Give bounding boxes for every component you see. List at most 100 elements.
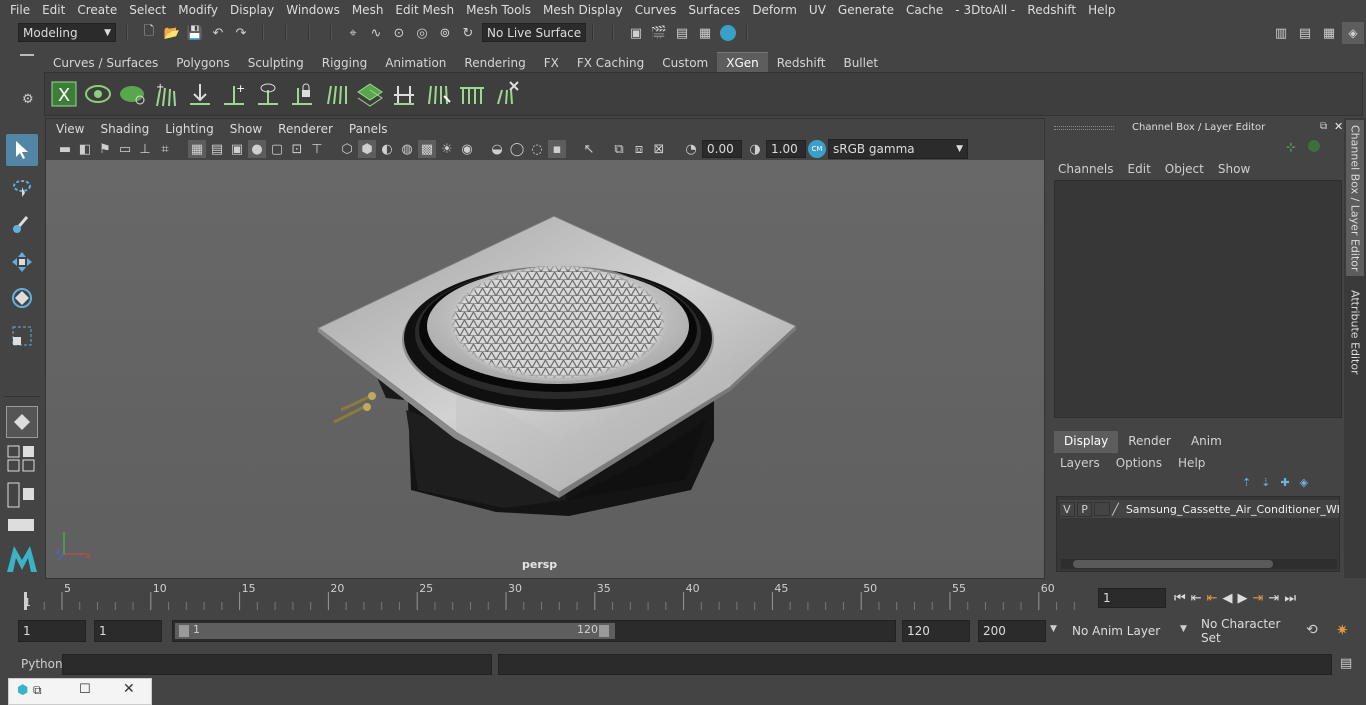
shelf-tab-xgen[interactable]: XGen [717, 52, 768, 72]
close-window-icon[interactable]: ✕ [123, 681, 135, 697]
menu-create[interactable]: Create [71, 3, 123, 17]
attribute-editor-toggle-icon[interactable]: ▤ [1296, 24, 1314, 42]
new-scene-icon[interactable]: 🗋 [140, 24, 158, 42]
image-plane-icon[interactable]: ▭ [116, 140, 134, 158]
frame-selected-icon[interactable]: ⧈ [630, 140, 648, 158]
xgen-grid-icon[interactable] [355, 79, 385, 109]
time-slider[interactable]: 5101520253035404550556065707580859095100… [18, 580, 1092, 612]
auto-key-icon[interactable]: ⟲ [1306, 622, 1318, 638]
menu-cache[interactable]: Cache [900, 3, 949, 17]
layout-outliner-icon[interactable] [7, 518, 37, 532]
menu-uv[interactable]: UV [803, 3, 832, 17]
comb-guides-icon[interactable] [423, 79, 453, 109]
render-view-icon[interactable]: ▣ [627, 24, 645, 42]
channel-menu-channels[interactable]: Channels [1058, 162, 1114, 176]
safe-title-icon[interactable]: ⊡ [288, 140, 306, 158]
layer-menu-layers[interactable]: Layers [1060, 456, 1100, 470]
scale-tool-icon[interactable] [6, 320, 38, 352]
menu-modify[interactable]: Modify [172, 3, 224, 17]
shelf-tab-fx[interactable]: FX [535, 53, 568, 72]
range-end-handle[interactable] [599, 625, 609, 637]
lasso-tool-icon[interactable] [6, 172, 38, 204]
xray-components-icon[interactable]: ◌ [528, 140, 546, 158]
channel-menu-edit[interactable]: Edit [1128, 162, 1151, 176]
select-tool-icon[interactable] [6, 134, 38, 166]
film-gate-icon[interactable]: ⌗ [156, 140, 174, 158]
tab-attribute-editor[interactable]: Attribute Editor [1346, 284, 1364, 380]
redo-icon[interactable]: ↷ [232, 24, 250, 42]
command-language-label[interactable]: Python [21, 657, 63, 671]
maximize-icon[interactable]: ☐ [79, 682, 91, 697]
render-current-icon[interactable]: 🎬 [650, 24, 668, 42]
xgen-editor-icon[interactable]: X [49, 79, 79, 109]
hypershade-icon[interactable] [720, 25, 736, 41]
wireframe-icon[interactable]: ⊤ [308, 140, 326, 158]
isolate-select-icon[interactable]: ▪ [548, 140, 566, 158]
field-chart-icon[interactable]: ● [248, 140, 266, 158]
snap-point-icon[interactable]: ⊙ [390, 24, 408, 42]
layer-tab-display[interactable]: Display [1054, 431, 1119, 453]
gamma-field[interactable]: 1.00 [766, 140, 806, 158]
menu-select[interactable]: Select [123, 3, 172, 17]
move-layer-down-icon[interactable]: ⇣ [1261, 476, 1270, 489]
scrollbar-thumb[interactable] [1073, 560, 1273, 568]
snap-grid-icon[interactable]: ⌖ [344, 24, 362, 42]
frame-all-icon[interactable]: ⧉ [610, 140, 628, 158]
save-scene-icon[interactable]: 💾 [186, 24, 204, 42]
minimized-window[interactable]: ⬢ ⧉ ☐ ✕ [8, 678, 152, 705]
menu-generate[interactable]: Generate [832, 3, 900, 17]
create-description-icon[interactable]: + [151, 79, 181, 109]
shaded-wireframe-icon[interactable]: ⬢ [358, 140, 376, 158]
shelf-tab-bullet[interactable]: Bullet [834, 53, 887, 72]
guide-tweak-icon[interactable] [389, 79, 419, 109]
range-start-handle[interactable] [179, 625, 189, 637]
live-surface-field[interactable]: No Live Surface [482, 23, 586, 42]
layout-panes-icon[interactable] [7, 482, 37, 508]
menu-mesh[interactable]: Mesh [346, 3, 390, 17]
step-forward-frame-icon[interactable]: ⇥ [1253, 591, 1264, 606]
ambient-occlusion-icon[interactable]: ☀ [438, 140, 456, 158]
menu-windows[interactable]: Windows [280, 3, 346, 17]
camera-attributes-icon[interactable]: ◧ [76, 140, 94, 158]
character-set-selector[interactable]: No Character Set [1197, 617, 1299, 645]
menu-3dtoall[interactable]: - 3DtoAll - [949, 3, 1021, 17]
xray-icon[interactable]: ◒ [488, 140, 506, 158]
play-forward-icon[interactable]: ▶ [1238, 591, 1248, 606]
add-guide-icon[interactable]: + [219, 79, 249, 109]
command-input[interactable] [62, 654, 492, 675]
menu-deform[interactable]: Deform [746, 3, 803, 17]
menu-edit-mesh[interactable]: Edit Mesh [389, 3, 460, 17]
current-frame-field[interactable]: 1 [1098, 588, 1166, 608]
color-management-icon[interactable]: CM [808, 140, 826, 158]
layer-menu-help[interactable]: Help [1178, 456, 1205, 470]
restore-icon[interactable]: ⧉ [33, 683, 42, 698]
layer-tab-render[interactable]: Render [1118, 431, 1181, 453]
mode-selector[interactable]: Modeling ▼ [18, 23, 116, 42]
xgen-fx-icon[interactable] [491, 79, 521, 109]
animation-preferences-icon[interactable]: ✷ [1336, 621, 1349, 639]
soft-select-icon[interactable] [6, 406, 38, 438]
grid-display-icon[interactable]: ▦ [188, 140, 206, 158]
play-backward-icon[interactable]: ◀ [1223, 591, 1233, 606]
shelf-tab-sculpting[interactable]: Sculpting [239, 53, 313, 72]
snap-view-icon[interactable]: ⊚ [436, 24, 454, 42]
grid-toggle-icon[interactable]: ⊥ [136, 140, 154, 158]
channel-list[interactable] [1054, 180, 1342, 418]
keyable-indicator-icon[interactable] [1308, 140, 1320, 152]
chevron-down-icon[interactable]: ▼ [1180, 624, 1187, 634]
move-layer-up-icon[interactable]: ⇡ [1242, 476, 1251, 489]
channel-menu-show[interactable]: Show [1218, 162, 1250, 176]
ipr-render-icon[interactable]: ▤ [673, 24, 691, 42]
menu-mesh-tools[interactable]: Mesh Tools [460, 3, 537, 17]
sculpt-guides-icon[interactable] [321, 79, 351, 109]
perspective-viewport[interactable]: xz persp [46, 160, 1044, 578]
shelf-tab-fx-caching[interactable]: FX Caching [568, 53, 653, 72]
resolution-gate-icon[interactable]: ▤ [208, 140, 226, 158]
manipulator-icon[interactable]: ⊹ [1286, 140, 1296, 154]
shelf-tab-rigging[interactable]: Rigging [313, 53, 376, 72]
range-slider[interactable]: 1 120 [172, 620, 896, 642]
modeling-toolkit-icon[interactable]: ▥ [1272, 24, 1290, 42]
shelf-tab-rendering[interactable]: Rendering [455, 53, 534, 72]
playback-toggle[interactable]: P [1076, 501, 1093, 517]
channel-menu-object[interactable]: Object [1165, 162, 1204, 176]
